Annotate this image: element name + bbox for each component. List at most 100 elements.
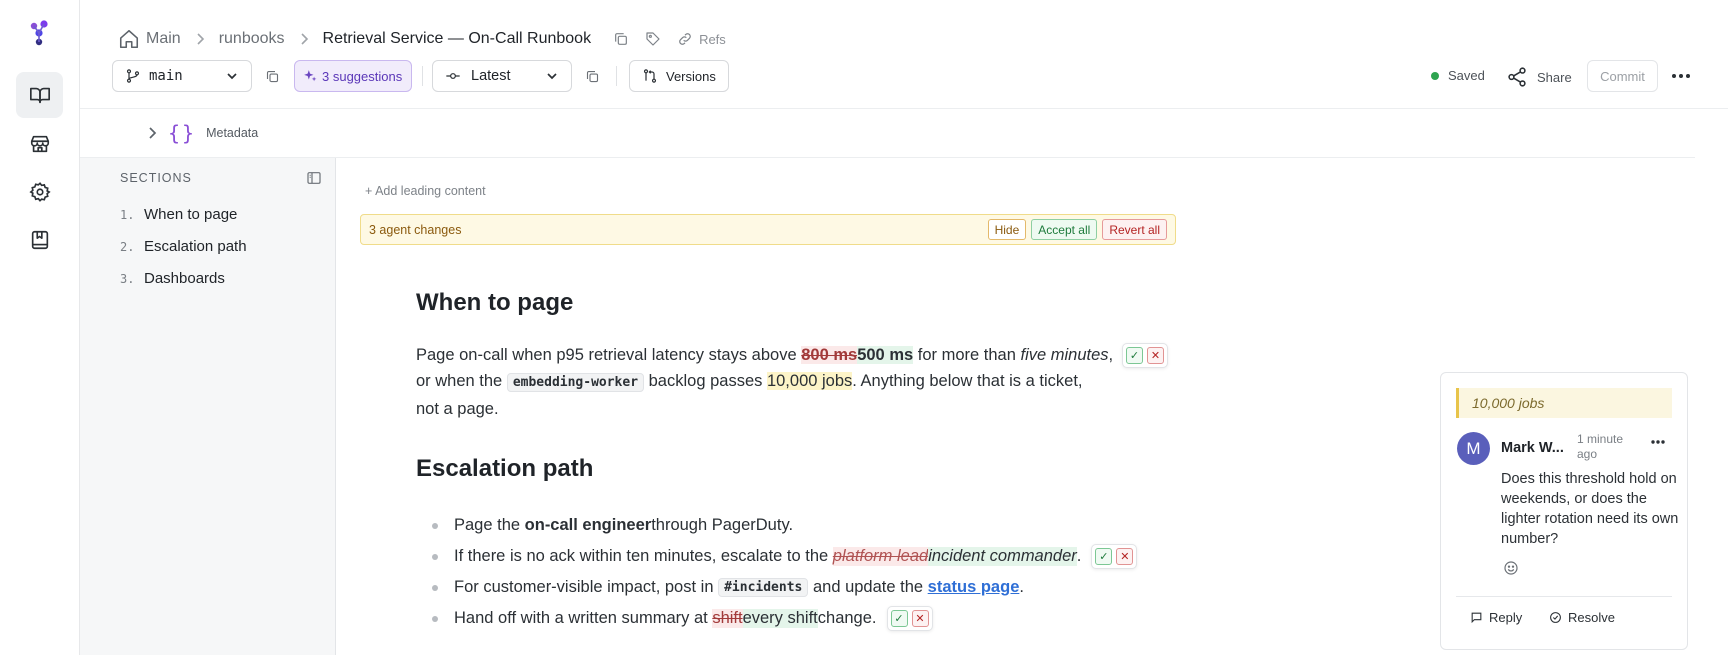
comment-more-icon[interactable]	[1651, 440, 1665, 444]
add-leading-content-button[interactable]: + Add leading content	[365, 184, 486, 198]
chevron-right-icon	[299, 32, 309, 46]
list-item: If there is no ack within ten minutes, e…	[428, 541, 1168, 572]
rail-settings-button[interactable]	[16, 169, 63, 215]
version-selector[interactable]: Latest	[432, 60, 572, 92]
list-text: For customer-visible impact, post in	[454, 578, 714, 596]
more-options-icon[interactable]	[1670, 66, 1692, 86]
rail-store-button[interactable]	[16, 121, 63, 167]
revert-all-button[interactable]: Revert all	[1102, 219, 1167, 240]
branch-selector[interactable]: main	[112, 60, 252, 92]
hide-changes-button[interactable]: Hide	[987, 219, 1027, 240]
app-logo-icon[interactable]	[24, 18, 54, 48]
agent-changes-banner: 3 agent changes Hide Accept all Revert a…	[360, 214, 1176, 245]
list-item: Hand off with a written summary at shift…	[428, 603, 1168, 634]
gear-icon	[28, 182, 51, 202]
section-heading-escalation-path: Escalation path	[416, 455, 594, 482]
inline-code: embedding-worker	[506, 373, 645, 392]
sidebar-collapse-icon[interactable]	[306, 170, 322, 186]
paragraph-text: ,	[1108, 346, 1114, 364]
list-text: through PagerDuty.	[651, 516, 794, 534]
copy-version-icon[interactable]	[582, 66, 602, 86]
suggestions-button[interactable]: 3 suggestions	[294, 60, 412, 92]
copy-branch-icon[interactable]	[262, 66, 282, 86]
commented-text[interactable]: 10,000 jobs	[766, 372, 853, 390]
timestamp-line: ago	[1577, 447, 1598, 461]
sidebar-item-label: Escalation path	[144, 238, 247, 255]
sidebar-item-number: 1.	[120, 208, 135, 222]
accept-all-button[interactable]: Accept all	[1031, 219, 1098, 240]
deleted-text: 800 ms	[801, 346, 858, 364]
sparkle-icon	[304, 70, 317, 82]
reject-change-icon[interactable]: ✕	[911, 610, 929, 627]
refs-button[interactable]: Refs	[677, 31, 726, 47]
review-controls: ✓ ✕	[1091, 544, 1138, 569]
reject-change-icon[interactable]: ✕	[1147, 347, 1164, 364]
add-reaction-icon[interactable]	[1503, 560, 1519, 576]
sections-title: SECTIONS	[120, 171, 192, 185]
metadata-toggle[interactable]: {} Metadata	[146, 121, 258, 145]
inline-code: #incidents	[718, 578, 809, 597]
comment-body: Does this threshold hold on weekends, or…	[1501, 471, 1679, 547]
chevron-right-icon	[195, 32, 205, 46]
version-label: Latest	[471, 68, 511, 84]
share-icon	[1508, 67, 1526, 87]
share-label: Share	[1537, 69, 1572, 85]
list-item: For customer-visible impact, post in #in…	[428, 572, 1168, 603]
list-item: Page the on-call engineer through PagerD…	[428, 510, 1168, 541]
git-branch-icon	[126, 69, 140, 83]
list-text: .	[1019, 578, 1024, 596]
sidebar-item-number: 2.	[120, 240, 135, 254]
inserted-text: every shift	[742, 609, 818, 628]
reply-button[interactable]: Reply	[1470, 610, 1522, 625]
accept-change-icon[interactable]: ✓	[1095, 548, 1113, 565]
commit-icon	[446, 73, 460, 79]
header-divider	[80, 108, 1728, 109]
accept-change-icon[interactable]: ✓	[890, 610, 908, 627]
timestamp-line: 1 minute	[1577, 432, 1624, 446]
resolve-button[interactable]: Resolve	[1549, 610, 1615, 625]
list-text: .	[1076, 547, 1082, 565]
accept-change-icon[interactable]: ✓	[1126, 347, 1143, 364]
rail-library-button[interactable]	[16, 217, 63, 263]
deleted-text: shift	[712, 609, 743, 628]
paragraph-text: not a page.	[416, 400, 499, 418]
copy-icon[interactable]	[613, 31, 629, 47]
chevron-down-icon	[227, 73, 237, 80]
paragraph-text: for more than	[913, 346, 1021, 364]
sidebar-item-label: Dashboards	[144, 270, 225, 287]
rail-docs-button[interactable]	[16, 72, 63, 118]
inserted-text: 500 ms	[857, 346, 914, 364]
share-button[interactable]: Share	[1506, 62, 1572, 92]
paragraph-text: . Anything below that is a ticket,	[852, 372, 1083, 390]
list-text: If there is no ack within ten minutes, e…	[454, 547, 829, 565]
saved-dot-icon	[1431, 71, 1439, 80]
sidebar-item-dashboards[interactable]: 3. Dashboards	[120, 270, 225, 287]
sidebar-item-label: When to page	[144, 206, 238, 223]
comment-quote: 10,000 jobs	[1456, 388, 1672, 418]
inserted-text: incident commander	[928, 547, 1077, 566]
toolbar-divider	[422, 66, 423, 86]
comment-timestamp: 1 minute ago	[1577, 432, 1637, 462]
store-icon	[30, 135, 49, 153]
section-heading-when-to-page: When to page	[416, 289, 574, 316]
git-compare-icon	[643, 69, 657, 83]
reject-change-icon[interactable]: ✕	[1116, 548, 1134, 565]
versions-button[interactable]: Versions	[629, 60, 729, 92]
tag-icon[interactable]	[645, 31, 661, 47]
breadcrumb-folder[interactable]: runbooks	[219, 30, 285, 48]
save-status: Saved	[1431, 68, 1485, 83]
when-to-page-paragraph: Page on-call when p95 retrieval latency …	[416, 342, 1116, 422]
sidebar-item-when-to-page[interactable]: 1. When to page	[120, 206, 237, 223]
sidebar-item-escalation-path[interactable]: 2. Escalation path	[120, 238, 247, 255]
bookmark-book-icon	[31, 230, 48, 250]
status-page-link[interactable]: status page	[928, 578, 1020, 597]
commit-button[interactable]: Commit	[1587, 60, 1658, 92]
list-text: and update the	[812, 578, 924, 596]
braces-icon: {}	[168, 121, 197, 145]
resolve-label: Resolve	[1568, 610, 1615, 625]
home-icon[interactable]	[118, 28, 140, 50]
chevron-right-icon	[149, 127, 157, 139]
breadcrumb-home[interactable]: Main	[146, 30, 181, 48]
deleted-text: platform lead	[832, 547, 929, 566]
metadata-label: Metadata	[206, 126, 259, 140]
